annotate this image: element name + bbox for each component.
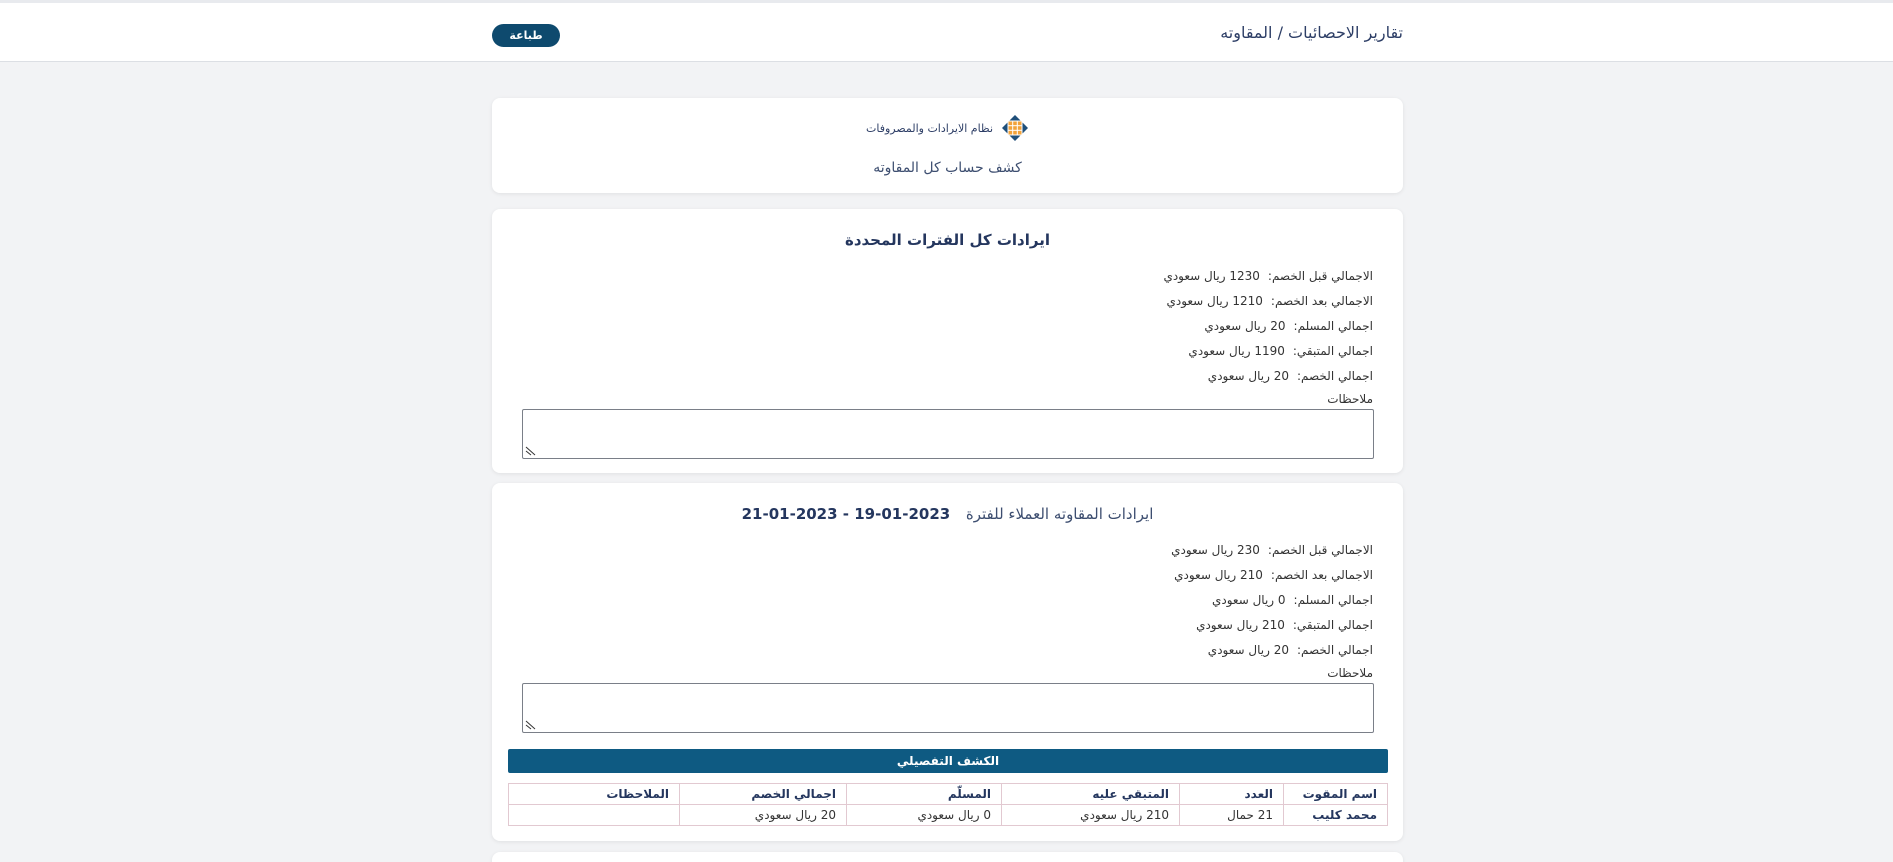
- summary-notes-textarea[interactable]: [522, 409, 1374, 459]
- summary-notes-label: ملاحظات: [1327, 392, 1373, 406]
- detail-statement-bar: الكشف التفصيلي: [508, 749, 1388, 773]
- resize-grip-icon[interactable]: [525, 444, 537, 456]
- table-cell: [508, 804, 680, 826]
- period-stat-row: اجمالي الخصم:20 ريال سعودي: [1207, 643, 1373, 657]
- period-title: ايرادات المقاوته العملاء للفترة 2023-01-…: [492, 505, 1403, 523]
- table-row: محمد كليب 21 حمال 210 ريال سعودي 0 ريال …: [508, 804, 1388, 826]
- period-stat-row: اجمالي المسلم:0 ريال سعودي: [1211, 593, 1373, 607]
- detail-table: اسم المقوت العدد المتبقي عليه المسلّم اج…: [508, 783, 1388, 826]
- summary-stat-row: اجمالي المتبقي:1190 ريال سعودي: [1188, 344, 1373, 358]
- grid-logo-icon: [1002, 115, 1029, 141]
- period-title-prefix: ايرادات المقاوته العملاء للفترة: [965, 505, 1154, 523]
- report-subtitle: كشف حساب كل المقاوته: [873, 160, 1022, 176]
- period-stat-row: الاجمالي بعد الخصم:210 ريال سعودي: [1174, 568, 1373, 582]
- table-header-row: اسم المقوت العدد المتبقي عليه المسلّم اج…: [508, 783, 1388, 805]
- column-header: الملاحظات: [508, 783, 680, 805]
- column-header: المسلّم: [846, 783, 1002, 805]
- column-header: اسم المقوت: [1283, 783, 1388, 805]
- period-stat-row: اجمالي المتبقي:210 ريال سعودي: [1196, 618, 1373, 632]
- table-cell: 210 ريال سعودي: [1001, 804, 1180, 826]
- next-period-card: [492, 852, 1403, 862]
- period-card: ايرادات المقاوته العملاء للفترة 2023-01-…: [492, 483, 1403, 841]
- summary-stat-row: الاجمالي قبل الخصم:1230 ريال سعودي: [1163, 269, 1373, 283]
- table-cell: 20 ريال سعودي: [679, 804, 847, 826]
- summary-card: ايرادات كل الفترات المحددة الاجمالي قبل …: [492, 209, 1403, 473]
- column-header: العدد: [1179, 783, 1284, 805]
- column-header: اجمالي الخصم: [679, 783, 847, 805]
- period-stats: الاجمالي قبل الخصم:230 ريال سعودي الاجما…: [973, 538, 1373, 663]
- period-date-to: 2023-01-21: [741, 505, 838, 523]
- summary-stat-row: الاجمالي بعد الخصم:1210 ريال سعودي: [1166, 294, 1373, 308]
- table-cell: 0 ريال سعودي: [846, 804, 1002, 826]
- brand: نظام الايرادات والمصروفات: [492, 114, 1403, 142]
- period-stat-row: الاجمالي قبل الخصم:230 ريال سعودي: [1171, 543, 1373, 557]
- report-header-card: نظام الايرادات والمصروفات كشف حساب كل ال…: [492, 98, 1403, 193]
- resize-grip-icon[interactable]: [525, 718, 537, 730]
- top-bar: تقارير الاحصائيات / المقاوته طباعة: [0, 0, 1893, 62]
- table-cell: 21 حمال: [1179, 804, 1284, 826]
- period-notes-label: ملاحظات: [1327, 666, 1373, 680]
- page-title: تقارير الاحصائيات / المقاوته: [1220, 23, 1403, 42]
- summary-stat-row: اجمالي المسلم:20 ريال سعودي: [1204, 319, 1373, 333]
- table-cell: محمد كليب: [1283, 804, 1388, 826]
- summary-title: ايرادات كل الفترات المحددة: [844, 231, 1051, 249]
- brand-name: نظام الايرادات والمصروفات: [865, 121, 994, 135]
- period-notes-textarea[interactable]: [522, 683, 1374, 733]
- column-header: المتبقي عليه: [1001, 783, 1180, 805]
- summary-stats: الاجمالي قبل الخصم:1230 ريال سعودي الاجم…: [973, 264, 1373, 389]
- period-date-separator: -: [837, 505, 855, 523]
- period-date-from: 2023-01-19: [854, 505, 951, 523]
- print-button[interactable]: طباعة: [492, 24, 560, 47]
- summary-stat-row: اجمالي الخصم:20 ريال سعودي: [1207, 369, 1373, 383]
